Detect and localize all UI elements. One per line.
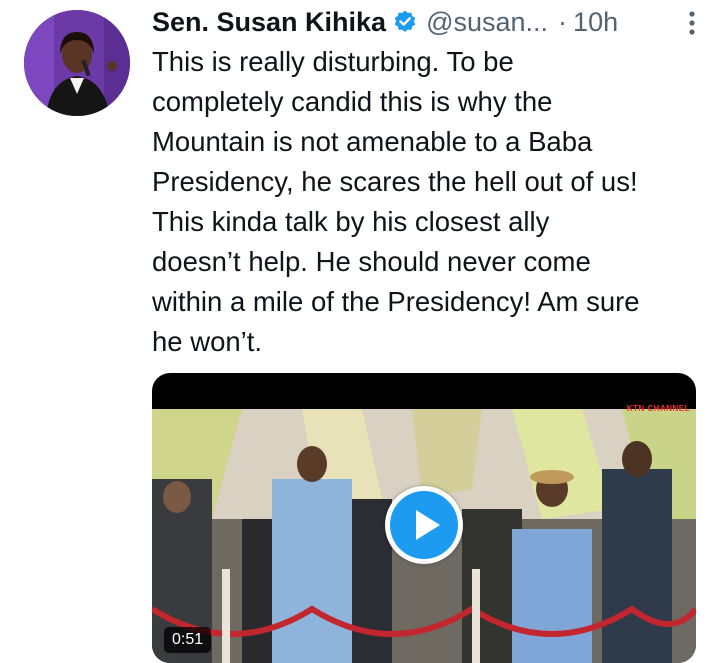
tweet-text-line: Mountain is not amenable to a Baba [152, 126, 593, 157]
tweet-text-line: Presidency, he scares the hell out of us… [152, 166, 638, 197]
more-options-icon[interactable] [682, 8, 702, 38]
channel-watermark: KTN CHANNEL [626, 404, 690, 413]
separator-dot: · [558, 6, 568, 37]
verified-badge-icon [392, 9, 418, 35]
tweet-text-line: completely candid this is why the [152, 86, 553, 117]
play-icon [416, 510, 440, 540]
avatar-image [24, 10, 130, 116]
video-duration: 0:51 [164, 627, 212, 653]
play-button-circle [390, 491, 458, 559]
tweet-text: This is really disturbing. To be complet… [152, 42, 708, 362]
tweet-header: Sen. Susan Kihika @susan... · 10h [152, 4, 702, 40]
tweet-timestamp[interactable]: 10h [573, 7, 618, 38]
play-button[interactable] [385, 486, 463, 564]
tweet-text-line: This kinda talk by his closest ally [152, 206, 550, 237]
video-player[interactable]: KTN CHANNEL 0:51 [152, 373, 696, 663]
avatar[interactable] [24, 10, 130, 116]
tweet-text-line: within a mile of the Presidency! Am sure [152, 286, 640, 317]
tweet-text-line: This is really disturbing. To be [152, 46, 514, 77]
tweet-text-line: doesn’t help. He should never come [152, 246, 591, 277]
author-handle[interactable]: @susan... [426, 7, 548, 38]
author-name[interactable]: Sen. Susan Kihika [152, 7, 386, 38]
tweet-text-line: he won’t. [152, 326, 263, 357]
